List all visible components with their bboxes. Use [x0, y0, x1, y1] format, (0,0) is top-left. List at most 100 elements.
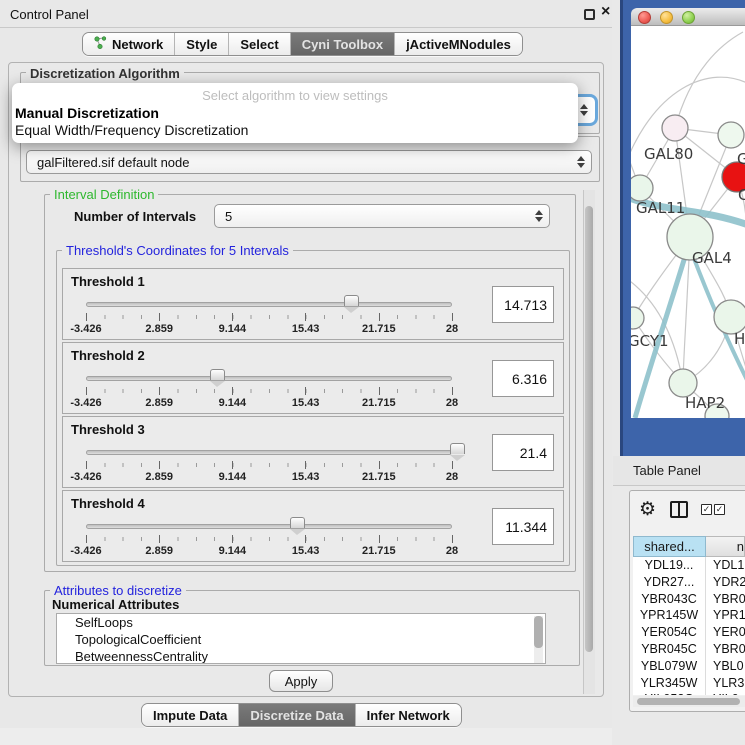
threshold-2-slider-track[interactable] [86, 376, 452, 381]
table-header-row: shared... n [633, 536, 745, 557]
node-h[interactable] [714, 300, 745, 334]
table-row[interactable]: YIL052C YIL0 [633, 691, 745, 695]
list-item-betweennesscentrality[interactable]: BetweennessCentrality [57, 648, 545, 664]
threshold-2-label: Threshold 2 [71, 348, 145, 363]
threshold-2-value-field[interactable] [492, 360, 554, 397]
table-hscrollbar-thumb[interactable] [637, 698, 740, 705]
list-scrollbar-thumb[interactable] [534, 616, 543, 648]
network-canvas[interactable]: GAL80 G. C GAL11 GAL4 GCY1 H HAP2 [631, 26, 745, 418]
apply-button[interactable]: Apply [269, 670, 333, 692]
list-item-selfloops[interactable]: SelfLoops [57, 614, 545, 631]
label-gal4: GAL4 [692, 249, 732, 267]
label-g-partial: G. [737, 150, 745, 168]
table-row[interactable]: YDR27... YDR2 [633, 574, 745, 591]
tab-cyni-toolbox[interactable]: Cyni Toolbox [290, 33, 394, 55]
node-top-right[interactable] [718, 122, 744, 148]
tab-impute-data[interactable]: Impute Data [142, 704, 238, 726]
threshold-4-value-field[interactable] [492, 508, 554, 545]
popup-placeholder-item: Select algorithm to view settings [12, 88, 578, 103]
numerical-attributes-label: Numerical Attributes [52, 597, 179, 612]
slider-ticks [86, 315, 453, 319]
node-gal80[interactable] [662, 115, 688, 141]
bottom-tabs: Impute Data Discretize Data Infer Networ… [141, 703, 462, 727]
number-of-intervals-combo[interactable]: 5 [214, 204, 550, 228]
tab-infer-network[interactable]: Infer Network [355, 704, 461, 726]
tab-discretize-data[interactable]: Discretize Data [238, 704, 354, 726]
threshold-2-slider-thumb[interactable] [210, 369, 225, 380]
table-data-combo-value: galFiltered.sif default node [27, 155, 575, 170]
app-root: Control Panel × Network Style Select Cy [0, 0, 745, 745]
zoom-traffic-light[interactable] [682, 11, 695, 24]
combo-arrows-icon [533, 210, 549, 222]
close-icon[interactable]: × [601, 3, 610, 21]
threshold-1-slider-thumb[interactable] [344, 295, 359, 306]
table-row[interactable]: YBR043C YBR0 [633, 591, 745, 608]
label-h-partial: H [734, 330, 745, 348]
table-row[interactable]: YPR145W YPR1 [633, 607, 745, 624]
threshold-1-row: Threshold 1 -3.426 2.859 9.144 15.43 21.… [62, 268, 564, 340]
threshold-1-value-field[interactable] [492, 286, 554, 323]
numerical-attributes-list: SelfLoops TopologicalCoefficient Between… [56, 613, 546, 664]
float-window-icon[interactable] [584, 9, 595, 20]
label-gcy1: GCY1 [631, 332, 669, 350]
tab-jactivemnodules[interactable]: jActiveMNodules [394, 33, 522, 55]
threshold-2-row: Threshold 2 -3.426 2.859 9.144 15.43 21.… [62, 342, 564, 414]
discretization-algorithm-label: Discretization Algorithm [26, 66, 184, 81]
popup-option-equal-width-frequency[interactable]: Equal Width/Frequency Discretization [15, 122, 248, 138]
table-row[interactable]: YBR045C YBR0 [633, 641, 745, 658]
settings-scrollbar-thumb[interactable] [585, 206, 593, 652]
table-row[interactable]: YBL079W YBL0 [633, 658, 745, 675]
control-panel-titlebar: Control Panel [0, 0, 612, 28]
tab-style[interactable]: Style [174, 33, 228, 55]
label-gal80: GAL80 [644, 145, 693, 163]
network-graph-icon [94, 36, 107, 52]
close-traffic-light[interactable] [638, 11, 651, 24]
gear-icon[interactable]: ⚙ [639, 498, 656, 521]
threshold-4-slider-thumb[interactable] [290, 517, 305, 528]
slider-scale: -3.426 2.859 9.144 15.43 21.715 28 [86, 471, 452, 484]
list-item-topologicalcoefficient[interactable]: TopologicalCoefficient [57, 631, 545, 648]
slider-ticks [86, 537, 453, 541]
network-graph: GAL80 G. C GAL11 GAL4 GCY1 H HAP2 [631, 26, 745, 418]
slider-ticks [86, 463, 453, 467]
table-row[interactable]: YLR345W YLR3 [633, 675, 745, 692]
slider-scale: -3.426 2.859 9.144 15.43 21.715 28 [86, 545, 452, 558]
checkbox-icon[interactable]: ✓ [701, 504, 712, 515]
checkbox-icon[interactable]: ✓ [714, 504, 725, 515]
column-header-name[interactable]: n [706, 536, 745, 557]
bottom-strip [0, 728, 612, 745]
threshold-3-slider-track[interactable] [86, 450, 452, 455]
thresholds-group-label: Threshold's Coordinates for 5 Intervals [62, 243, 293, 258]
node-gal11[interactable] [631, 175, 653, 201]
threshold-3-row: Threshold 3 -3.426 2.859 9.144 15.43 21.… [62, 416, 564, 488]
tab-select[interactable]: Select [228, 33, 289, 55]
threshold-4-slider-track[interactable] [86, 524, 452, 529]
threshold-1-slider-track[interactable] [86, 302, 452, 307]
column-header-shared-name[interactable]: shared... [633, 536, 706, 557]
table-data-combo[interactable]: galFiltered.sif default node [26, 150, 592, 174]
popup-option-manual-discretization[interactable]: Manual Discretization [15, 105, 159, 121]
threshold-3-slider-thumb[interactable] [450, 443, 465, 454]
label-hap2: HAP2 [685, 394, 725, 412]
tab-network[interactable]: Network [83, 33, 174, 55]
threshold-1-label: Threshold 1 [71, 274, 145, 289]
algorithm-dropdown-popup: Select algorithm to view settings Manual… [12, 83, 578, 143]
attributes-group-label: Attributes to discretize [50, 583, 186, 598]
main-tabs: Network Style Select Cyni Toolbox jActiv… [82, 32, 523, 56]
number-of-intervals-label: Number of Intervals [74, 209, 196, 224]
node-table: shared... n YDL19... YDL1 YDR27... YDR2 … [633, 536, 745, 695]
minimize-traffic-light[interactable] [660, 11, 673, 24]
table-row[interactable]: YDL19... YDL1 [633, 557, 745, 574]
threshold-3-label: Threshold 3 [71, 422, 145, 437]
interval-definition-label: Interval Definition [50, 187, 158, 202]
panel-title: Control Panel [10, 7, 89, 22]
label-gal11: GAL11 [636, 199, 685, 217]
node-hap2[interactable] [669, 369, 697, 397]
column-layout-icon[interactable] [670, 501, 688, 518]
number-of-intervals-value: 5 [215, 209, 533, 224]
node-gcy1[interactable] [631, 307, 644, 329]
combo-arrows-icon [575, 156, 591, 168]
table-row[interactable]: YER054C YER0 [633, 624, 745, 641]
threshold-4-label: Threshold 4 [71, 496, 145, 511]
threshold-3-value-field[interactable] [492, 434, 554, 471]
